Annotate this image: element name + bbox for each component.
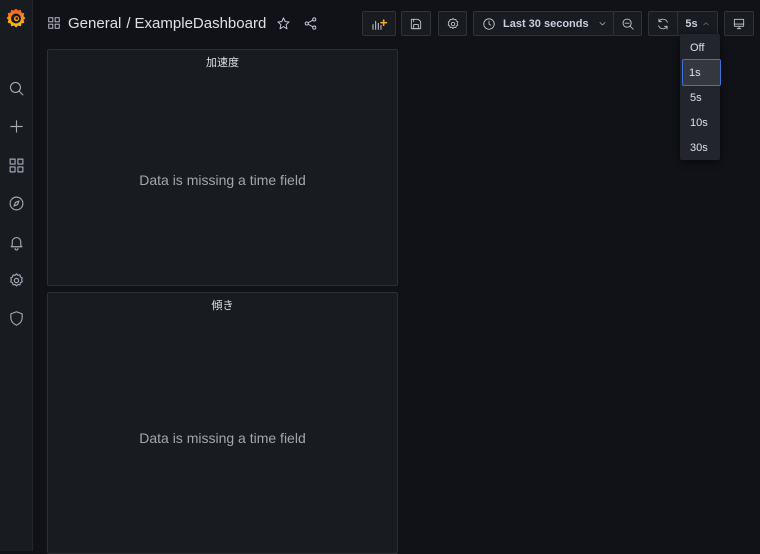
bell-icon[interactable] (5, 231, 27, 253)
dashboard-navbar: General / ExampleDashboard Last 30 secon… (33, 0, 760, 46)
save-icon (409, 17, 423, 31)
time-range-label: Last 30 seconds (503, 17, 589, 30)
zoom-out-button[interactable] (613, 11, 642, 36)
refresh-interval-value: 5s (685, 17, 698, 30)
gear-icon[interactable] (5, 269, 27, 291)
refresh-interval-menu: Off 1s 5s 10s 30s (680, 34, 721, 160)
dashboard-grid-icon (47, 16, 61, 30)
panel-message: Data is missing a time field (139, 430, 306, 446)
add-panel-icon (369, 16, 389, 32)
search-icon[interactable] (5, 77, 27, 99)
grafana-logo-icon[interactable] (4, 6, 28, 30)
refresh-option-1s[interactable]: 1s (682, 59, 721, 86)
refresh-option-off[interactable]: Off (682, 36, 718, 60)
add-panel-button[interactable] (362, 11, 396, 36)
refresh-icon (656, 17, 670, 31)
panel-message: Data is missing a time field (139, 172, 306, 188)
refresh-option-5s[interactable]: 5s (682, 86, 718, 110)
breadcrumb: General / ExampleDashboard (47, 13, 318, 33)
chevron-down-icon (589, 19, 607, 28)
breadcrumb-dashboard-title[interactable]: ExampleDashboard (135, 15, 267, 32)
share-icon[interactable] (303, 16, 318, 31)
dashboards-icon[interactable] (5, 154, 27, 176)
refresh-option-10s[interactable]: 10s (682, 111, 718, 135)
clock-icon (482, 17, 496, 31)
panel-tilt[interactable]: 傾き Data is missing a time field (47, 292, 398, 554)
side-menu (0, 0, 33, 551)
chevron-up-icon (698, 20, 710, 28)
settings-gear-icon (446, 17, 460, 31)
tv-mode-button[interactable] (724, 11, 754, 36)
zoom-out-icon (621, 17, 635, 31)
save-dashboard-button[interactable] (401, 11, 431, 36)
star-icon[interactable] (276, 16, 291, 31)
tv-mode-icon (732, 17, 746, 31)
panel-title[interactable]: 加速度 (48, 54, 397, 70)
dashboard-settings-button[interactable] (438, 11, 467, 36)
plus-icon[interactable] (5, 115, 27, 137)
breadcrumb-folder[interactable]: General (68, 15, 121, 32)
refresh-button[interactable] (648, 11, 677, 36)
refresh-interval-picker[interactable]: 5s (677, 11, 718, 36)
refresh-option-30s[interactable]: 30s (682, 136, 718, 160)
panel-title[interactable]: 傾き (48, 297, 397, 313)
panel-acceleration[interactable]: 加速度 Data is missing a time field (47, 49, 398, 286)
breadcrumb-separator: / (126, 14, 131, 32)
shield-icon[interactable] (5, 307, 27, 329)
time-range-picker[interactable]: Last 30 seconds (473, 11, 614, 36)
explore-compass-icon[interactable] (5, 192, 27, 214)
